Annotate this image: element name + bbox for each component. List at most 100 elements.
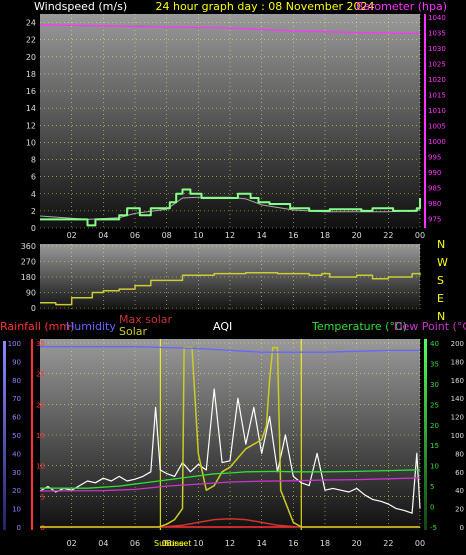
wind-x-tick-14: 14 bbox=[257, 231, 267, 240]
temperature-y-tick-10: 10 bbox=[430, 463, 439, 471]
barometer-y-tick-1030: 1030 bbox=[428, 45, 446, 53]
bottom-x-tick-20: 20 bbox=[352, 539, 362, 548]
rain-scale-bar bbox=[31, 339, 33, 530]
humidity-y-tick-20: 20 bbox=[12, 487, 21, 495]
barometer-y-tick-985: 985 bbox=[428, 185, 441, 193]
solar-y-tick-160: 160 bbox=[451, 377, 464, 385]
barometer-y-tick-1025: 1025 bbox=[428, 61, 446, 69]
direction-y-tick-90: 90 bbox=[26, 289, 36, 298]
windspeed-y-tick-6: 6 bbox=[31, 173, 36, 182]
legend-solar: Solar bbox=[119, 325, 148, 338]
bottom-x-tick-12: 12 bbox=[225, 539, 235, 548]
solar-y-tick-40: 40 bbox=[455, 487, 464, 495]
wind-x-tick-06: 06 bbox=[130, 231, 140, 240]
humidity-y-tick-100: 100 bbox=[8, 340, 21, 348]
windspeed-y-tick-0: 0 bbox=[31, 224, 36, 233]
temperature-y-tick-35: 35 bbox=[430, 360, 439, 368]
humidity-y-tick-40: 40 bbox=[12, 450, 21, 458]
windspeed-axis-title: Windspeed (m/s) bbox=[34, 0, 127, 13]
rain-y-tick-15: 15 bbox=[36, 432, 45, 440]
temperature-y-tick--5: -5 bbox=[430, 524, 437, 532]
barometer-y-tick-1015: 1015 bbox=[428, 92, 446, 100]
bottom-x-tick-16: 16 bbox=[288, 539, 298, 548]
humidity-y-tick-90: 90 bbox=[12, 358, 21, 366]
windspeed-y-tick-18: 18 bbox=[26, 70, 36, 79]
legend-aqi: AQI bbox=[213, 320, 232, 333]
rain-y-tick-5: 5 bbox=[41, 493, 45, 501]
windspeed-y-tick-16: 16 bbox=[26, 87, 36, 96]
humidity-y-tick-80: 80 bbox=[12, 377, 21, 385]
direction-y-tick-360: 360 bbox=[21, 242, 36, 251]
direction-y-tick-0: 0 bbox=[31, 304, 36, 313]
wind-x-tick-12: 12 bbox=[225, 231, 235, 240]
compass-s: S bbox=[437, 274, 444, 287]
windspeed-y-tick-2: 2 bbox=[31, 207, 36, 216]
solar-y-tick-80: 80 bbox=[455, 450, 464, 458]
temperature-y-tick-5: 5 bbox=[430, 483, 434, 491]
solar-y-tick-0: 0 bbox=[460, 524, 464, 532]
windspeed-y-tick-24: 24 bbox=[26, 19, 36, 28]
direction-y-tick-270: 270 bbox=[21, 258, 36, 267]
barometer-y-tick-1035: 1035 bbox=[428, 30, 446, 38]
wind-x-tick-00: 00 bbox=[415, 231, 425, 240]
wind-x-tick-10: 10 bbox=[193, 231, 203, 240]
wind-x-tick-20: 20 bbox=[352, 231, 362, 240]
bottom-x-tick-18: 18 bbox=[320, 539, 330, 548]
temperature-y-tick-40: 40 bbox=[430, 340, 439, 348]
legend-temperature: Temperature (°C) bbox=[311, 320, 407, 333]
bottom-x-tick-22: 22 bbox=[383, 539, 393, 548]
windspeed-y-tick-22: 22 bbox=[26, 36, 36, 45]
chart-title: 24 hour graph day : 08 November 2024 bbox=[155, 0, 374, 13]
solar-y-tick-120: 120 bbox=[451, 414, 464, 422]
legend-dewpoint: Dew Point (°C) bbox=[394, 320, 466, 333]
temperature-y-tick-15: 15 bbox=[430, 442, 439, 450]
barometer-scale-bar bbox=[424, 14, 426, 228]
windspeed-y-tick-14: 14 bbox=[26, 104, 36, 113]
bottom-x-tick-00: 00 bbox=[415, 539, 425, 548]
bottom-x-tick-04: 04 bbox=[98, 539, 108, 548]
humidity-y-tick-60: 60 bbox=[12, 414, 21, 422]
bottom-x-tick-02: 02 bbox=[67, 539, 77, 548]
rain-y-tick-10: 10 bbox=[36, 463, 45, 471]
barometer-y-tick-975: 975 bbox=[428, 216, 441, 224]
windspeed-y-tick-20: 20 bbox=[26, 53, 36, 62]
compass-e: E bbox=[437, 292, 444, 305]
temperature-y-tick-20: 20 bbox=[430, 422, 439, 430]
barometer-y-tick-1010: 1010 bbox=[428, 107, 446, 115]
bottom-x-tick-10: 10 bbox=[193, 539, 203, 548]
humidity-y-tick-10: 10 bbox=[12, 506, 21, 514]
legend-humidity: Humidity bbox=[66, 320, 116, 333]
direction-y-tick-180: 180 bbox=[21, 273, 36, 282]
legend-rainfall: Rainfall (mm) bbox=[0, 320, 74, 333]
barometer-y-tick-1005: 1005 bbox=[428, 123, 446, 131]
wind-x-tick-16: 16 bbox=[288, 231, 298, 240]
barometer-y-tick-1000: 1000 bbox=[428, 138, 446, 146]
barometer-y-tick-1040: 1040 bbox=[428, 14, 446, 22]
wind-x-tick-02: 02 bbox=[67, 231, 77, 240]
weather-graph: Windspeed (m/s) 24 hour graph day : 08 N… bbox=[0, 0, 466, 548]
rain-y-tick-25: 25 bbox=[36, 371, 45, 379]
rain-y-tick-0: 0 bbox=[41, 524, 45, 532]
solar-y-tick-20: 20 bbox=[455, 506, 464, 514]
sunset-label: Sunset bbox=[164, 539, 191, 548]
wind-x-tick-18: 18 bbox=[320, 231, 330, 240]
windspeed-y-tick-10: 10 bbox=[26, 138, 36, 147]
humidity-scale-bar bbox=[3, 341, 6, 530]
humidity-y-tick-0: 0 bbox=[17, 524, 21, 532]
wind-x-tick-22: 22 bbox=[383, 231, 393, 240]
bottom-x-tick-14: 14 bbox=[257, 539, 267, 548]
humidity-y-tick-30: 30 bbox=[12, 469, 21, 477]
compass-w: W bbox=[437, 256, 448, 269]
solar-y-tick-140: 140 bbox=[451, 395, 464, 403]
barometer-y-tick-1020: 1020 bbox=[428, 76, 446, 84]
solar-y-tick-200: 200 bbox=[451, 340, 464, 348]
windspeed-y-tick-8: 8 bbox=[31, 156, 36, 165]
wind-x-tick-04: 04 bbox=[98, 231, 108, 240]
barometer-y-tick-990: 990 bbox=[428, 169, 441, 177]
temperature-y-tick-30: 30 bbox=[430, 381, 439, 389]
rain-y-tick-20: 20 bbox=[36, 401, 45, 409]
barometer-axis-title: Barometer (hpa) bbox=[356, 0, 447, 13]
windspeed-y-tick-12: 12 bbox=[26, 121, 36, 130]
compass-n-top: N bbox=[437, 238, 445, 251]
solar-y-tick-60: 60 bbox=[455, 469, 464, 477]
